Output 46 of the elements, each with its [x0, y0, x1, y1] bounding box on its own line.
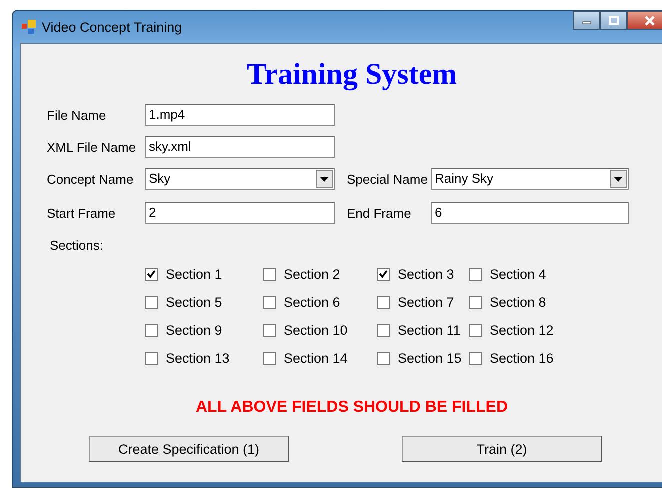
text-field[interactable]: 1.mp4	[145, 104, 335, 126]
field-label: Special Name	[347, 172, 429, 186]
section-checkbox[interactable]: Section 13	[145, 349, 263, 368]
field-label: XML File Name	[47, 140, 138, 154]
section-checkbox[interactable]: Section 3	[377, 265, 469, 284]
form-heading: Training System	[246, 58, 458, 92]
close-button[interactable]	[627, 11, 662, 30]
text-field[interactable]: sky.xml	[145, 136, 335, 158]
section-checkbox[interactable]: Section 4	[469, 265, 579, 284]
section-checkbox[interactable]: Section 1	[145, 265, 263, 284]
app-icon	[22, 20, 36, 34]
field-label: File Name	[47, 108, 108, 122]
action-button[interactable]: Train (2)	[402, 436, 602, 462]
maximize-icon	[608, 16, 618, 25]
check-icon	[146, 269, 157, 280]
sections-label: Sections:	[50, 238, 104, 253]
section-checkbox[interactable]: Section 2	[263, 265, 377, 284]
caret-icon	[614, 176, 623, 182]
section-checkbox[interactable]: Section 5	[145, 293, 263, 312]
section-checkbox[interactable]: Section 14	[263, 349, 377, 368]
section-checkbox[interactable]: Section 11	[377, 321, 469, 340]
warning-text: ALL ABOVE FIELDS SHOULD BE FILLED	[194, 399, 509, 417]
dropdown-field[interactable]: Rainy Sky	[431, 168, 629, 190]
check-icon	[378, 269, 389, 280]
dropdown-field[interactable]: Sky	[145, 168, 335, 190]
section-checkbox[interactable]: Section 6	[263, 293, 377, 312]
dropdown-button[interactable]	[316, 170, 333, 188]
field-label: Start Frame	[47, 206, 117, 220]
action-button[interactable]: Create Specification (1)	[89, 436, 289, 462]
maximize-button[interactable]	[600, 11, 627, 30]
text-field[interactable]: 6	[431, 202, 629, 224]
section-checkbox[interactable]: Section 15	[377, 349, 469, 368]
section-checkbox[interactable]: Section 7	[377, 293, 469, 312]
section-checkbox[interactable]: Section 10	[263, 321, 377, 340]
minimize-button[interactable]	[573, 11, 600, 30]
dropdown-button[interactable]	[610, 170, 627, 188]
section-checkbox[interactable]: Section 9	[145, 321, 263, 340]
caret-icon	[320, 176, 329, 182]
section-checkbox[interactable]: Section 16	[469, 349, 579, 368]
window-title: Video Concept Training	[42, 20, 182, 34]
section-checkbox[interactable]: Section 12	[469, 321, 579, 340]
section-checkbox[interactable]: Section 8	[469, 293, 579, 312]
field-label: Concept Name	[47, 172, 135, 186]
text-field[interactable]: 2	[145, 202, 335, 224]
close-icon	[644, 16, 656, 26]
field-label: End Frame	[347, 206, 412, 220]
